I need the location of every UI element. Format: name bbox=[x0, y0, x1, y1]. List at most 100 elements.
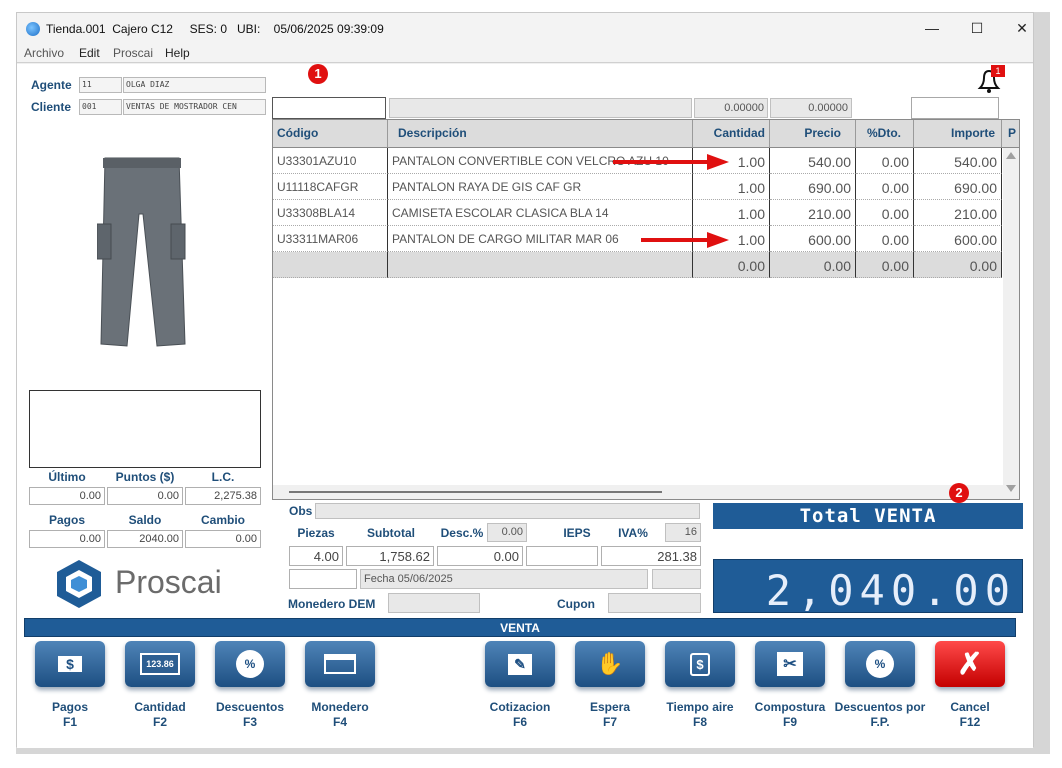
lc-label: L.C. bbox=[211, 470, 235, 484]
grid-vertical-scrollbar[interactable] bbox=[1003, 148, 1019, 499]
row-4-amount[interactable]: 600.00 bbox=[914, 226, 1002, 252]
row-3-code[interactable]: U33308BLA14 bbox=[273, 200, 388, 226]
app-window: Tienda.001 Cajero C12 SES: 0 UBI: 05/06/… bbox=[16, 12, 1034, 748]
col-header-descripcion[interactable]: Descripción bbox=[388, 120, 693, 148]
row-3-disc[interactable]: 0.00 bbox=[856, 200, 914, 226]
row-1-amount[interactable]: 540.00 bbox=[914, 148, 1002, 174]
descuentos-fp-button[interactable]: % bbox=[845, 641, 915, 687]
col-header-importe[interactable]: Importe bbox=[914, 120, 1002, 148]
agent-code-field[interactable]: 11 bbox=[79, 77, 122, 93]
descuento-value: 0.00 bbox=[437, 546, 523, 566]
col-header-dto[interactable]: %Dto. bbox=[856, 120, 914, 148]
row-3-amount[interactable]: 210.00 bbox=[914, 200, 1002, 226]
scroll-down-icon[interactable] bbox=[1006, 485, 1016, 492]
row-5-desc[interactable] bbox=[388, 252, 693, 278]
espera-button[interactable]: ✋ bbox=[575, 641, 645, 687]
row-2-disc[interactable]: 0.00 bbox=[856, 174, 914, 200]
row-1-code[interactable]: U33301AZU10 bbox=[273, 148, 388, 174]
extra-input[interactable] bbox=[911, 97, 999, 119]
row-3-desc[interactable]: CAMISETA ESCOLAR CLASICA BLA 14 bbox=[388, 200, 693, 226]
desc-pct-field[interactable]: 0.00 bbox=[487, 523, 527, 542]
obs-field[interactable] bbox=[315, 503, 700, 519]
menu-bar: Archivo Edit Proscai Help bbox=[17, 43, 1033, 63]
ultimo-value: 0.00 bbox=[29, 487, 105, 505]
total-value: 2,040.00 bbox=[765, 566, 1016, 615]
barcode-input[interactable] bbox=[272, 97, 386, 119]
items-grid: Código Descripción Cantidad Precio %Dto.… bbox=[272, 119, 1020, 500]
row-2-price[interactable]: 690.00 bbox=[770, 174, 856, 200]
notification-badge: 1 bbox=[991, 65, 1005, 77]
cantidad-button[interactable]: 123.86 bbox=[125, 641, 195, 687]
row-3-price[interactable]: 210.00 bbox=[770, 200, 856, 226]
phone-icon: $ bbox=[665, 641, 735, 687]
row-2-qty[interactable]: 1.00 bbox=[693, 174, 770, 200]
arrow-annotation-icon bbox=[613, 154, 729, 170]
scissors-icon: ✂ bbox=[755, 641, 825, 687]
fecha-field: Fecha 05/06/2025 bbox=[360, 569, 648, 589]
cotizacion-button[interactable]: ✎ bbox=[485, 641, 555, 687]
row-4-code[interactable]: U33311MAR06 bbox=[273, 226, 388, 252]
iva-pct-field: 16 bbox=[665, 523, 701, 542]
row-1-price[interactable]: 540.00 bbox=[770, 148, 856, 174]
descuentos-button[interactable]: % bbox=[215, 641, 285, 687]
window-title: Tienda.001 Cajero C12 SES: 0 UBI: 05/06/… bbox=[46, 22, 384, 36]
subtotal-label: Subtotal bbox=[367, 526, 415, 540]
row-3-qty[interactable]: 1.00 bbox=[693, 200, 770, 226]
row-4-price[interactable]: 600.00 bbox=[770, 226, 856, 252]
tiempo-aire-button[interactable]: $ bbox=[665, 641, 735, 687]
obs-label: Obs bbox=[289, 504, 313, 518]
scroll-thumb[interactable] bbox=[289, 491, 662, 493]
piezas-value: 4.00 bbox=[289, 546, 343, 566]
ieps-label: IEPS bbox=[563, 526, 591, 540]
percent-icon: % bbox=[845, 641, 915, 687]
quote-icon: ✎ bbox=[485, 641, 555, 687]
compostura-button[interactable]: ✂ bbox=[755, 641, 825, 687]
dollar-icon: $ bbox=[35, 641, 105, 687]
menu-archivo[interactable]: Archivo bbox=[24, 46, 64, 60]
row-4-disc[interactable]: 0.00 bbox=[856, 226, 914, 252]
iva-value: 281.38 bbox=[601, 546, 701, 566]
client-label: Cliente bbox=[31, 100, 72, 114]
app-logo-icon bbox=[26, 22, 40, 36]
monedero-dem-field[interactable] bbox=[388, 593, 480, 613]
grid-horizontal-scrollbar[interactable] bbox=[273, 485, 1005, 499]
row-2-code[interactable]: U11118CAFGR bbox=[273, 174, 388, 200]
row-1-disc[interactable]: 0.00 bbox=[856, 148, 914, 174]
iva-label: IVA% bbox=[618, 526, 648, 540]
cancel-icon: ✗ bbox=[957, 647, 983, 681]
col-header-p[interactable]: P bbox=[1002, 120, 1019, 148]
cancel-button[interactable]: ✗ bbox=[935, 641, 1005, 687]
blank-gray-field bbox=[652, 569, 701, 589]
saldo-value: 2040.00 bbox=[107, 530, 183, 548]
puntos-value: 0.00 bbox=[107, 487, 183, 505]
col-header-codigo[interactable]: Código bbox=[273, 120, 388, 148]
pagos-button[interactable]: $ bbox=[35, 641, 105, 687]
maximize-button[interactable]: ☐ bbox=[957, 18, 997, 38]
total-display: 2,040.00 bbox=[713, 559, 1023, 615]
monedero-dem-label: Monedero DEM bbox=[288, 597, 376, 611]
desc-label: Desc.% bbox=[440, 526, 484, 540]
minimize-button[interactable]: — bbox=[912, 18, 952, 38]
row-5-price[interactable]: 0.00 bbox=[770, 252, 856, 278]
pagos-label: Pagos bbox=[48, 513, 85, 527]
menu-proscai[interactable]: Proscai bbox=[113, 46, 153, 60]
client-code-field[interactable]: 001 bbox=[79, 99, 122, 115]
blank-field bbox=[289, 569, 357, 589]
scroll-up-icon[interactable] bbox=[1006, 152, 1016, 159]
close-button[interactable]: ✕ bbox=[1002, 18, 1042, 38]
marker-2: 2 bbox=[949, 483, 969, 503]
row-5-amount[interactable]: 0.00 bbox=[914, 252, 1002, 278]
menu-help[interactable]: Help bbox=[165, 46, 190, 60]
qty-display: 0.00000 bbox=[694, 98, 768, 118]
col-header-precio[interactable]: Precio bbox=[770, 120, 856, 148]
row-2-amount[interactable]: 690.00 bbox=[914, 174, 1002, 200]
monedero-button[interactable] bbox=[305, 641, 375, 687]
menu-edit[interactable]: Edit bbox=[79, 46, 100, 60]
row-5-code[interactable] bbox=[273, 252, 388, 278]
col-header-cantidad[interactable]: Cantidad bbox=[693, 120, 770, 148]
cupon-field[interactable] bbox=[608, 593, 701, 613]
row-5-disc[interactable]: 0.00 bbox=[856, 252, 914, 278]
cambio-value: 0.00 bbox=[185, 530, 261, 548]
row-2-desc[interactable]: PANTALON RAYA DE GIS CAF GR bbox=[388, 174, 693, 200]
row-5-qty[interactable]: 0.00 bbox=[693, 252, 770, 278]
